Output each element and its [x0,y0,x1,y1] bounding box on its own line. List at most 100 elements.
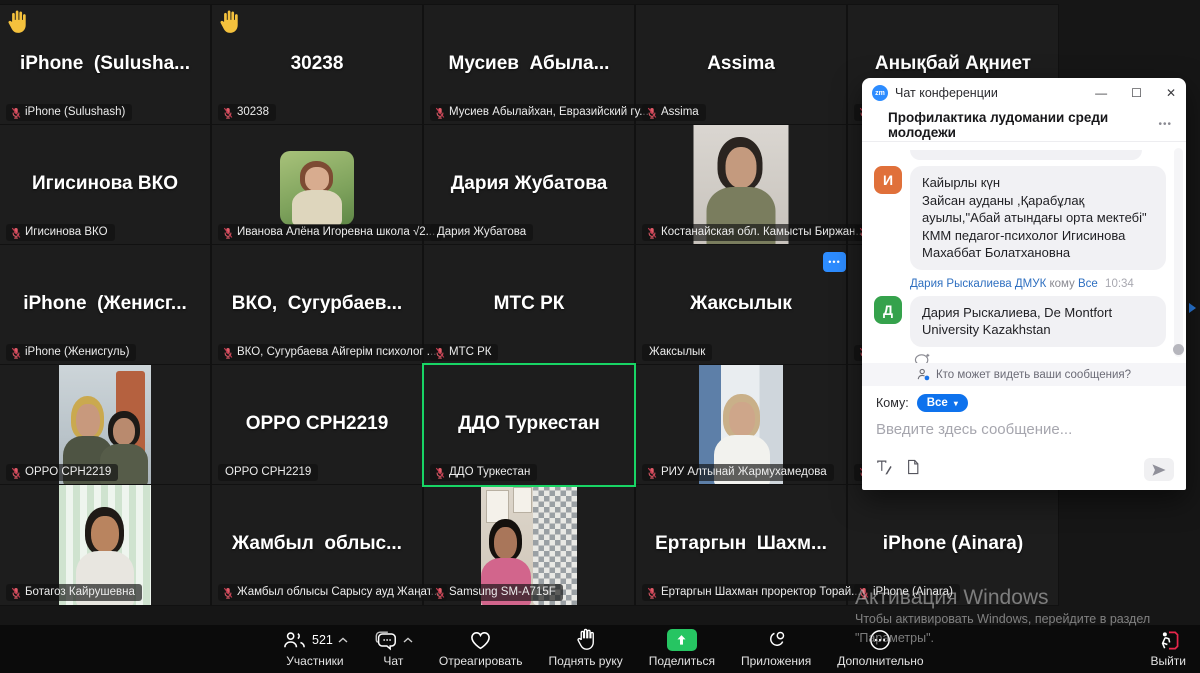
muted-mic-icon [223,107,233,119]
toolbar-label: Приложения [741,654,811,668]
participant-label: Дария Жубатова [430,224,533,241]
toolbar-label: Дополнительно [837,654,923,668]
participant-tile[interactable]: Samsung SM-A715F [424,485,634,605]
participant-name: Жаксылык [636,293,846,315]
chat-window: zm Чат конференции — ☐ ✕ Профилактика лу… [862,78,1186,490]
participant-tile[interactable]: Игисинова ВКО Игисинова ВКО [0,125,210,245]
toolbar-chat-button[interactable]: Чат [364,628,423,668]
raise-hand-icon [575,628,597,652]
send-button[interactable] [1144,458,1174,481]
participant-label: ВКО, Сугурбаева Айгерім психолог ... [218,344,443,361]
muted-mic-icon [859,587,869,599]
participant-tile[interactable]: Assima Assima [636,5,846,125]
participant-name: iPhone (Женисг... [0,293,210,315]
chat-scrollbar-thumb[interactable] [1173,344,1184,355]
participant-name: 30238 [212,53,422,75]
participant-tile[interactable]: OPPO CPH2219 [0,365,210,485]
gallery-next-page-arrow[interactable] [1189,303,1196,313]
participant-label: Мусиев Абылайхан, Евразийский гу... [430,104,656,121]
participant-name: Assima [636,53,846,75]
chat-more-menu-icon[interactable]: ••• [1158,119,1172,130]
muted-mic-icon [647,227,657,239]
participant-tile[interactable]: Ертаргын Шахм...Ертаргын Шахман проректо… [636,485,846,605]
muted-mic-icon [647,587,657,599]
meeting-toolbar: 521Участники Чат ОтреагироватьПоднять руку… [0,625,1200,673]
toolbar-raise-button[interactable]: Поднять руку [539,628,633,668]
share-screen-icon [667,629,697,651]
close-button[interactable]: ✕ [1166,87,1176,99]
participant-label: Assima [642,104,706,121]
format-text-icon[interactable] [876,459,892,480]
chat-compose: Кому: Все▾ Введите здесь сообщение... [862,386,1186,490]
muted-mic-icon [435,347,445,359]
exit-door-icon [1157,630,1180,651]
participant-tile[interactable]: 3023830238 [212,5,422,125]
chat-scrollbar[interactable] [1174,148,1183,357]
attach-file-icon[interactable] [906,459,920,480]
participant-label: Жаксылык [642,344,712,361]
muted-mic-icon [11,107,21,119]
participant-tile[interactable]: Иванова Алёна Игоревна школа √2... [212,125,422,245]
who-can-see-icon [917,368,930,381]
reply-in-thread-icon[interactable] [914,353,931,364]
participant-name: Мусиев Абыла... [424,53,634,75]
muted-mic-icon [11,467,21,479]
participant-tile[interactable]: OPPO CPH2219OPPO CPH2219 [212,365,422,485]
participant-name: МТС РК [424,293,634,315]
participant-label: Игисинова ВКО [6,224,115,241]
participant-tile[interactable]: Жамбыл облыс...Жамбыл облысы Сарысу ауд … [212,485,422,605]
send-to-label: Кому: [876,396,909,410]
message-text: Кайырлы күн Зайсан ауданы ,Қарабұлақ ауы… [910,166,1166,270]
avatar: Д [874,296,902,324]
toolbar-more-button[interactable]: Дополнительно [827,628,933,668]
chevron-up-icon[interactable] [338,637,348,643]
participant-tile[interactable]: iPhone (Ainara)iPhone (Ainara) [848,485,1058,605]
participant-tile[interactable]: iPhone (Женисг...iPhone (Женисгуль) [0,245,210,365]
maximize-button[interactable]: ☐ [1131,87,1142,99]
participant-label: Костанайская обл. Камысты Биржан... [642,224,872,241]
participant-name: Ертаргын Шахм... [636,533,846,555]
react-heart-icon [469,630,492,651]
toolbar-apps-button[interactable]: Приложения [731,628,821,668]
muted-mic-icon [11,347,21,359]
tile-more-button[interactable]: ••• [823,252,846,272]
minimize-button[interactable]: — [1095,87,1107,99]
toolbar-participants-button[interactable]: 521Участники [272,628,358,668]
toolbar-react-button[interactable]: Отреагировать [429,628,533,668]
more-options-icon [869,629,891,651]
muted-mic-icon [223,227,233,239]
message-input[interactable]: Введите здесь сообщение... [876,421,1172,438]
chat-message: И Кайырлы күн Зайсан ауданы ,Қарабұлақ а… [874,166,1166,270]
message-sender: Дария Рыскалиева ДМУК [910,278,1046,290]
participant-tile[interactable]: ВКО, Сугурбаев...ВКО, Сугурбаева Айгерім… [212,245,422,365]
message-time: 10:34 [1105,278,1134,290]
toolbar-label: Поделиться [649,654,715,668]
participant-name: ВКО, Сугурбаев... [212,293,422,315]
toolbar-label: Чат [383,654,403,668]
chat-titlebar: zm Чат конференции — ☐ ✕ [862,78,1186,108]
person-silhouette [292,161,342,225]
chevron-up-icon[interactable] [403,637,413,643]
participant-tile[interactable]: Мусиев Абыла...Мусиев Абылайхан, Евразий… [424,5,634,125]
participant-tile[interactable]: Дария Жубатова Дария Жубатова [424,125,634,245]
leave-meeting-button[interactable]: Выйти [1150,628,1186,668]
message-recipient: Все [1078,278,1098,290]
muted-mic-icon [223,587,233,599]
participant-tile[interactable]: Костанайская обл. Камысты Биржан...••• [636,125,846,245]
participant-tile[interactable]: Ботагоз Кайрушевна [0,485,210,605]
toolbar-label: Выйти [1150,654,1186,668]
participant-tile[interactable]: ДДО ТуркестанДДО Туркестан [424,365,634,485]
participant-name: Дария Жубатова [424,173,634,195]
participant-tile[interactable]: МТС РКМТС РК [424,245,634,365]
participant-tile[interactable]: РИУ Алтынай Жармухамедова [636,365,846,485]
recipient-selector[interactable]: Все▾ [917,394,968,412]
toolbar-share-button[interactable]: Поделиться [639,628,725,668]
participant-name: Игисинова ВКО [0,173,210,195]
participant-tile[interactable]: iPhone (Sulusha...iPhone (Sulushash) [0,5,210,125]
apps-icon [765,629,787,651]
message-visibility-note: Кто может видеть ваши сообщения? [862,363,1186,386]
muted-mic-icon [647,107,657,119]
participant-tile[interactable]: Жаксылык Жаксылык [636,245,846,365]
participant-name: Анықбай Ақниет [848,53,1058,75]
partial-message-bubble [910,150,1142,160]
